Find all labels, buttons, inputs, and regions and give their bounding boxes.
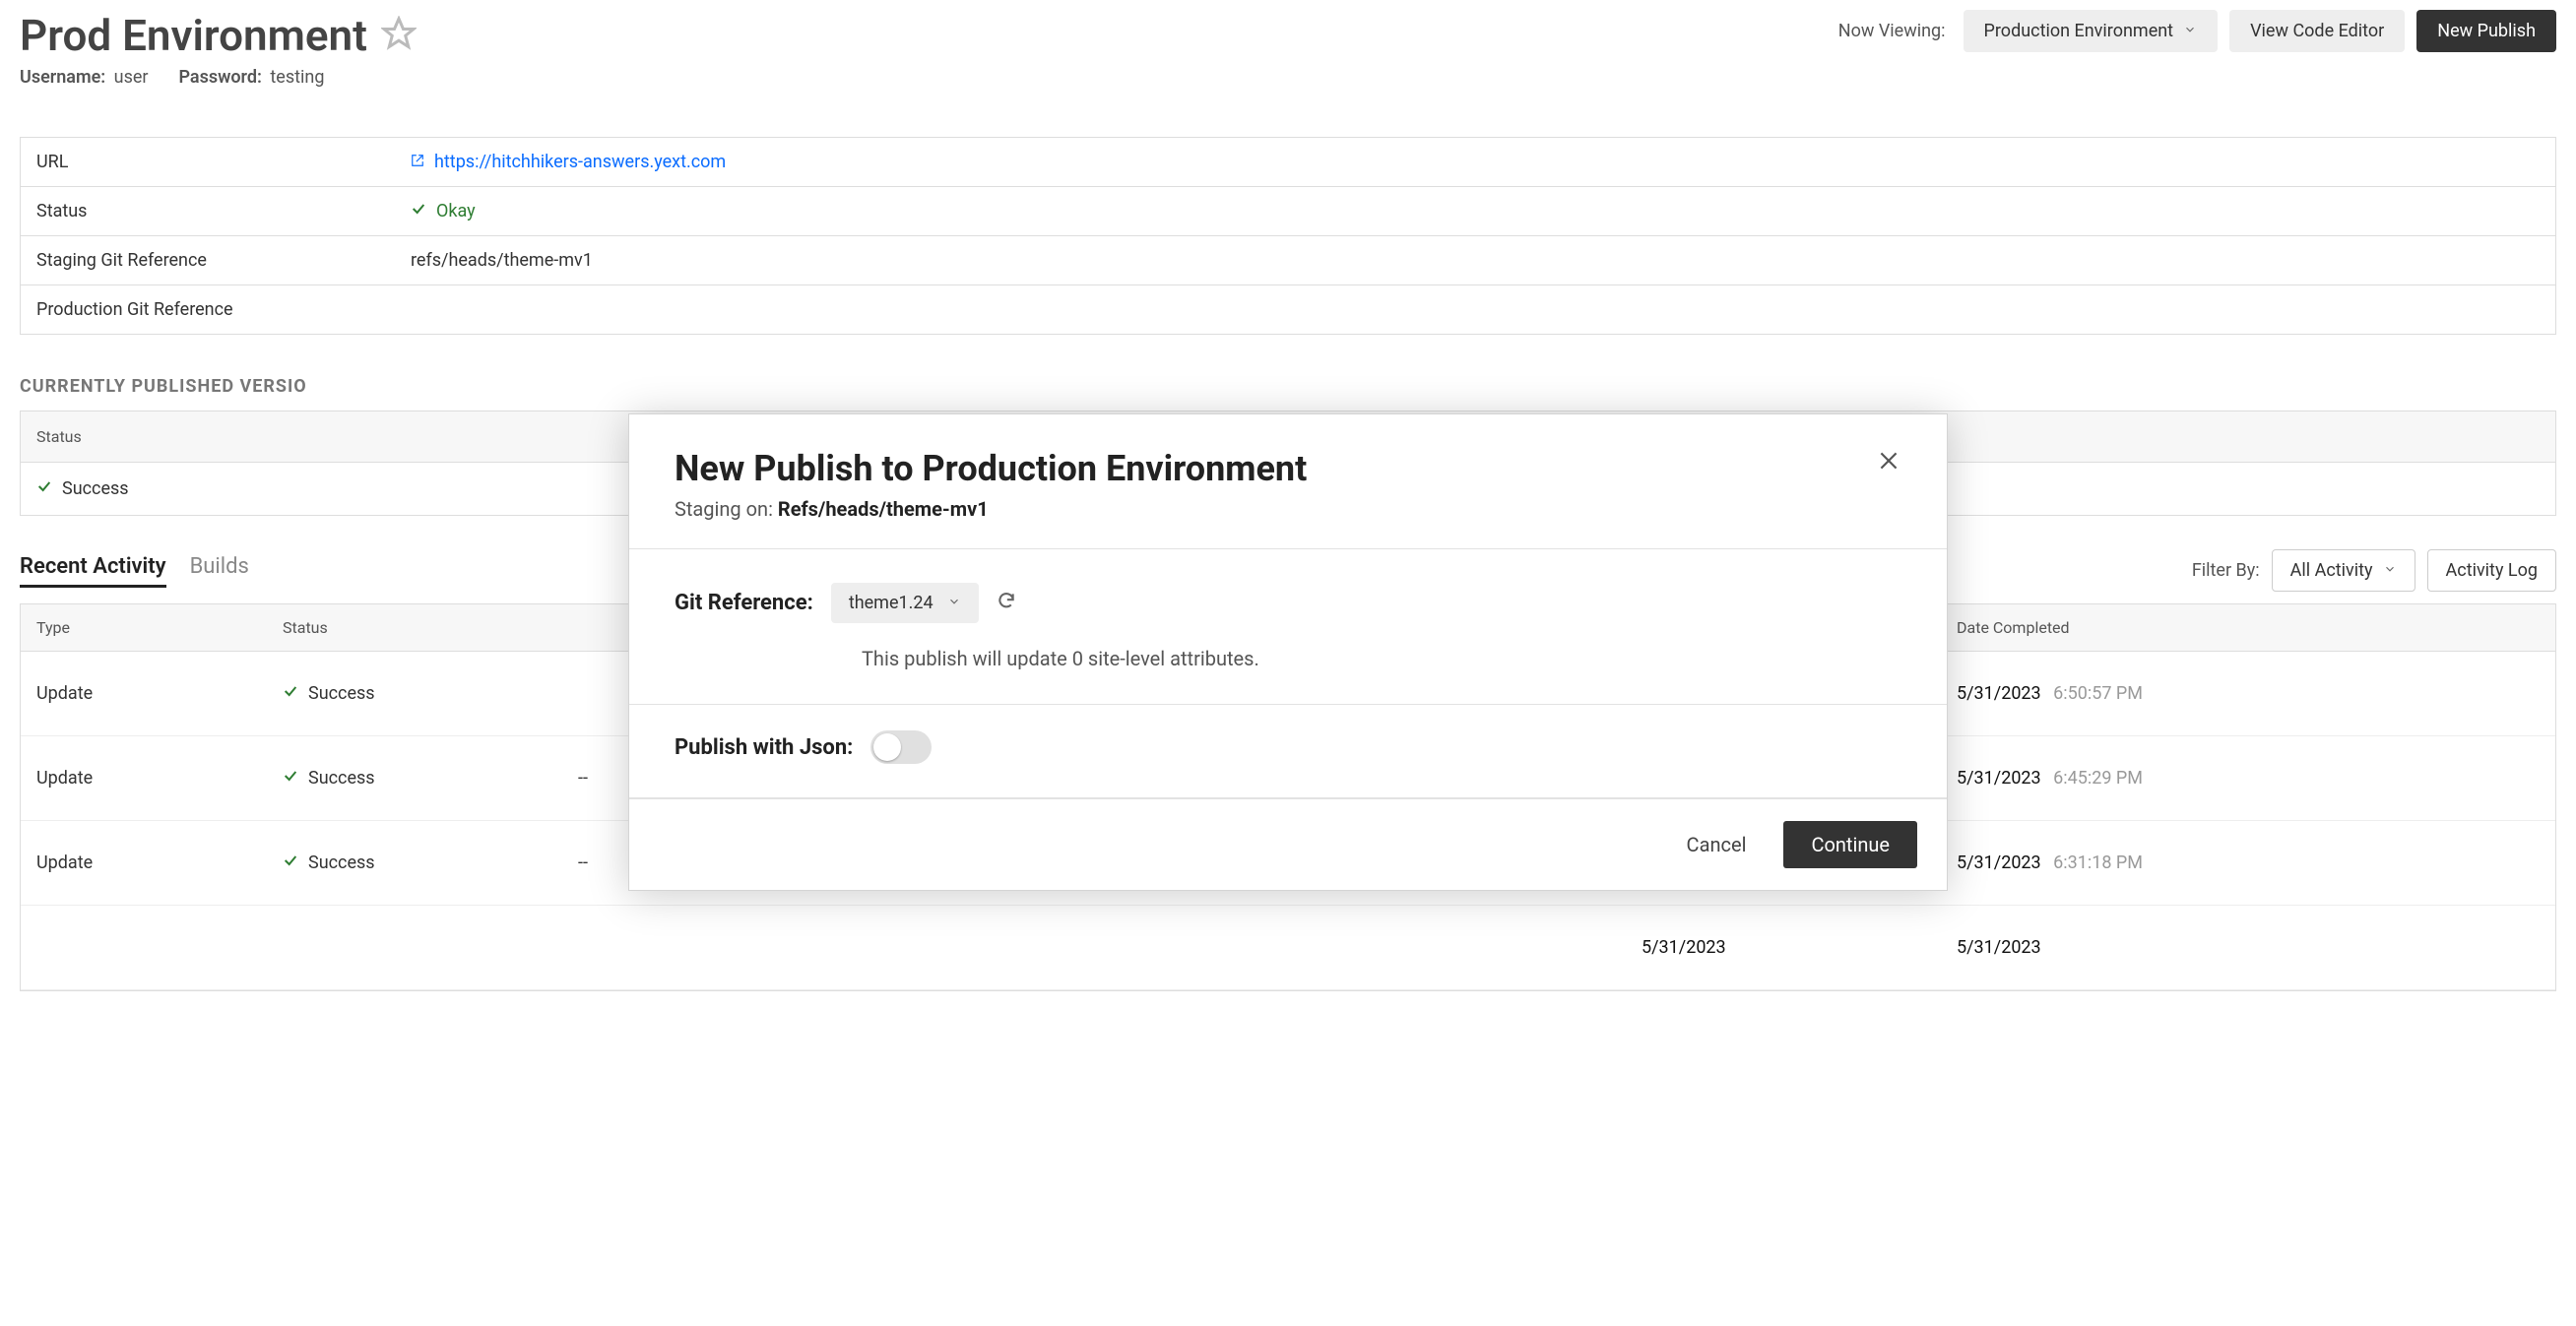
git-reference-label: Git Reference:: [675, 591, 813, 615]
activity-date-started: 5/31/2023: [1626, 923, 1941, 972]
filter-activity-label: All Activity: [2290, 560, 2373, 581]
activity-status: [267, 934, 562, 962]
status-value: Okay: [436, 201, 476, 221]
staging-git-ref-label: Staging Git Reference: [21, 236, 395, 284]
toggle-knob: [873, 733, 901, 761]
staging-on-value: Refs/heads/theme-mv1: [778, 497, 989, 521]
continue-button[interactable]: Continue: [1783, 821, 1917, 868]
refresh-icon[interactable]: [997, 591, 1016, 616]
environment-selector-label: Production Environment: [1984, 21, 2174, 41]
activity-type: Update: [21, 754, 267, 802]
external-link-icon: [411, 152, 424, 172]
new-publish-label: New Publish: [2437, 21, 2536, 41]
password-label: Password:: [178, 67, 261, 88]
environment-selector[interactable]: Production Environment: [1964, 10, 2219, 52]
activity-date-completed: 5/31/2023 6:50:57 PM: [1941, 669, 2354, 718]
filter-by-label: Filter By:: [2192, 560, 2260, 581]
check-icon: [36, 478, 52, 499]
environment-info-table: URL https://hitchhikers-answers.yext.com…: [20, 137, 2556, 335]
act-col-type: Type: [21, 604, 267, 651]
activity-date-completed: 5/31/2023 6:31:18 PM: [1941, 839, 2354, 887]
staging-on-label: Staging on:: [675, 497, 773, 521]
check-icon: [283, 768, 298, 789]
activity-date-completed: 5/31/2023: [1941, 923, 2354, 972]
close-icon[interactable]: [1876, 448, 1901, 477]
activity-mid-3: [1252, 934, 1626, 962]
tab-builds[interactable]: Builds: [190, 554, 249, 588]
activity-date-completed: 5/31/2023 6:45:29 PM: [1941, 754, 2354, 802]
filter-activity-selector[interactable]: All Activity: [2272, 549, 2415, 592]
activity-log-label: Activity Log: [2446, 560, 2538, 581]
git-reference-selector[interactable]: theme1.24: [831, 583, 979, 623]
tab-recent-activity[interactable]: Recent Activity: [20, 554, 166, 588]
publish-with-json-toggle[interactable]: [870, 730, 932, 764]
table-row: 5/31/2023 5/31/2023: [21, 906, 2555, 990]
new-publish-modal: New Publish to Production Environment St…: [628, 413, 1948, 891]
chevron-down-icon: [2383, 560, 2397, 581]
url-label: URL: [21, 138, 395, 186]
password-value: testing: [270, 67, 324, 88]
activity-type: Update: [21, 669, 267, 718]
site-level-attr-note: This publish will update 0 site-level at…: [862, 647, 1901, 670]
activity-mid-1: [562, 934, 907, 962]
activity-status: Success: [267, 669, 562, 718]
environment-url-link[interactable]: https://hitchhikers-answers.yext.com: [434, 152, 726, 172]
activity-type: Update: [21, 839, 267, 887]
chevron-down-icon: [2183, 21, 2197, 41]
new-publish-button[interactable]: New Publish: [2416, 10, 2556, 52]
activity-status-value: Success: [308, 852, 375, 873]
git-reference-selected: theme1.24: [849, 593, 934, 613]
publish-with-json-label: Publish with Json:: [675, 735, 853, 760]
activity-mid-2: [907, 934, 1252, 962]
now-viewing-label: Now Viewing:: [1838, 21, 1946, 41]
activity-status: Success: [267, 839, 562, 887]
cp-status-value: Success: [62, 478, 129, 499]
activity-status: Success: [267, 754, 562, 802]
currently-published-heading: CURRENTLY PUBLISHED VERSIO: [20, 376, 2556, 397]
view-code-editor-button[interactable]: View Code Editor: [2229, 10, 2405, 52]
act-col-date-completed: Date Completed: [1941, 604, 2354, 651]
favorite-star-icon[interactable]: [381, 16, 417, 55]
production-git-ref-value: [395, 285, 2555, 334]
cancel-button[interactable]: Cancel: [1663, 821, 1771, 868]
username-label: Username:: [20, 67, 105, 88]
modal-title: New Publish to Production Environment: [675, 448, 1307, 489]
page-title: Prod Environment: [20, 10, 367, 61]
activity-log-button[interactable]: Activity Log: [2427, 549, 2556, 592]
production-git-ref-label: Production Git Reference: [21, 285, 395, 334]
status-label: Status: [21, 187, 395, 235]
check-icon: [283, 852, 298, 873]
chevron-down-icon: [947, 593, 961, 613]
activity-status-value: Success: [308, 683, 375, 704]
act-col-status: Status: [267, 604, 562, 651]
activity-status-value: Success: [308, 768, 375, 789]
username-value: user: [114, 67, 149, 88]
check-icon: [411, 201, 426, 221]
activity-type: [21, 934, 267, 962]
view-code-editor-label: View Code Editor: [2250, 21, 2384, 41]
check-icon: [283, 683, 298, 704]
staging-git-ref-value: refs/heads/theme-mv1: [395, 236, 2555, 284]
